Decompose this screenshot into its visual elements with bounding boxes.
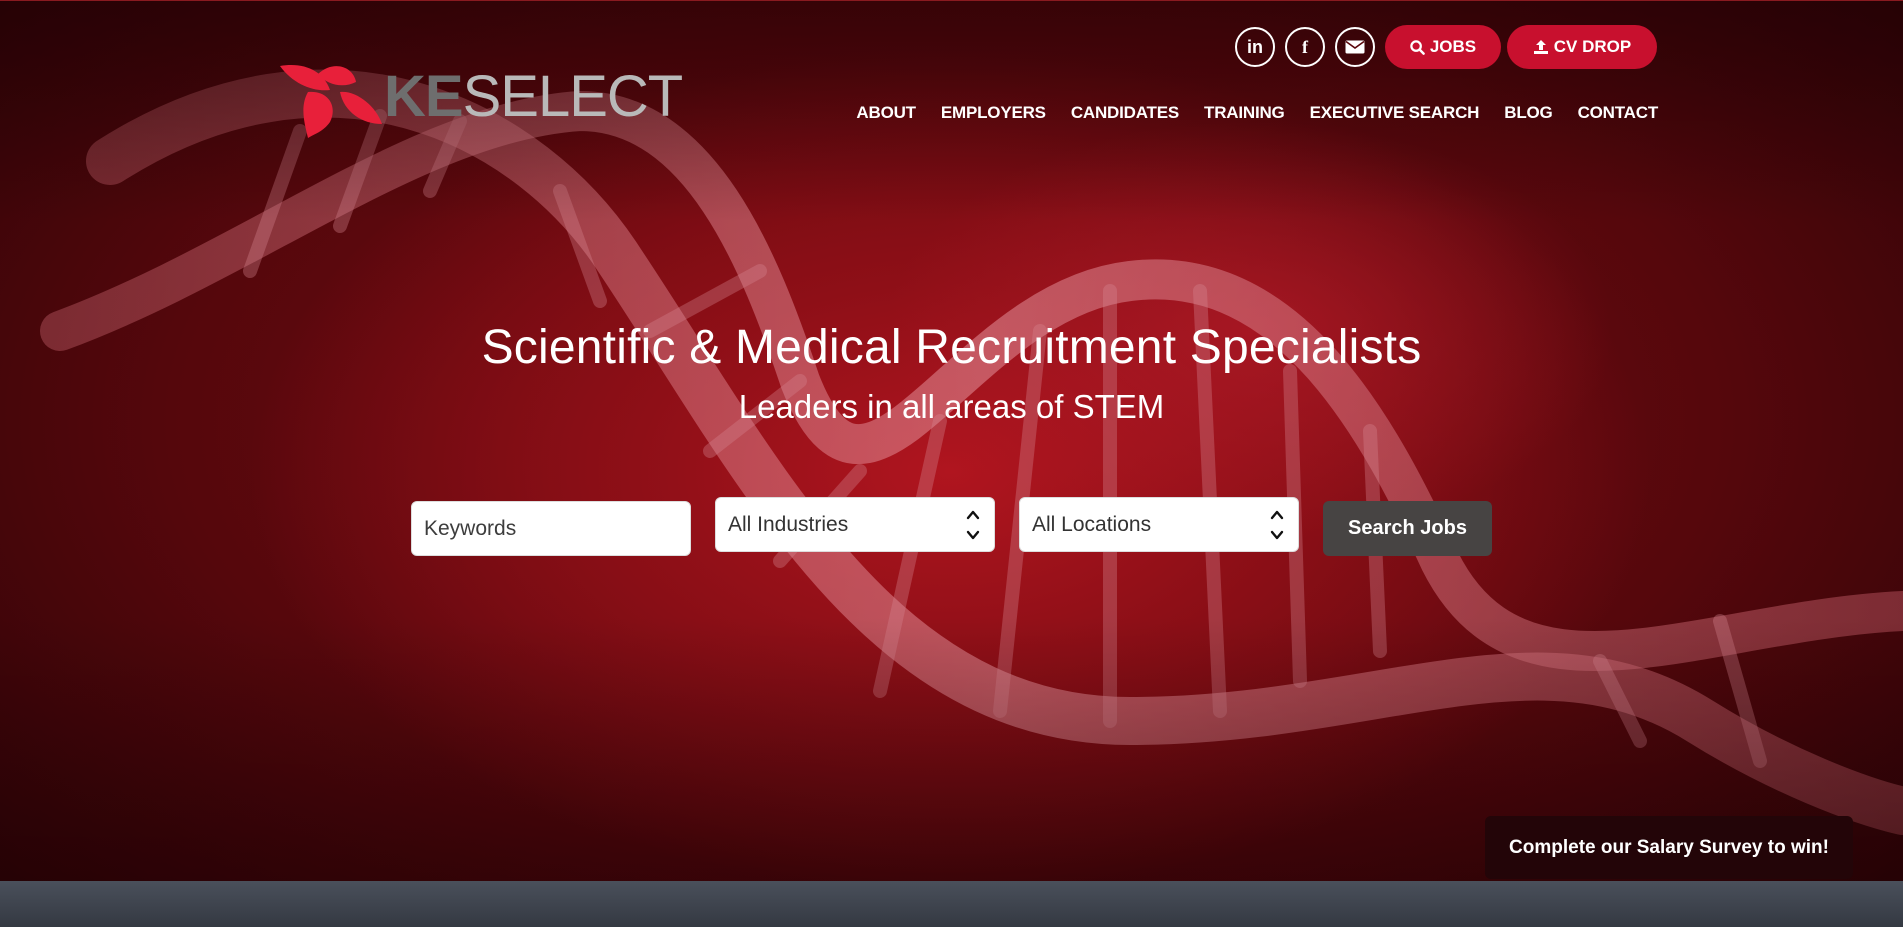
search-jobs-button[interactable]: Search Jobs (1323, 501, 1492, 556)
flower-petals-icon (280, 65, 382, 138)
cv-drop-button[interactable]: CV DROP (1507, 25, 1657, 69)
keywords-input[interactable] (424, 516, 664, 541)
nav-item-contact[interactable]: CONTACT (1578, 103, 1659, 123)
jobs-button-label: JOBS (1429, 37, 1477, 56)
facebook-icon[interactable]: f (1285, 27, 1325, 67)
nav-item-about[interactable]: ABOUT (856, 103, 916, 123)
nav-item-blog[interactable]: BLOG (1504, 103, 1553, 123)
hero-headline: Scientific & Medical Recruitment Special… (481, 321, 1422, 374)
select-arrows-icon (1270, 510, 1284, 540)
envelope-icon (1345, 40, 1365, 54)
hero-subheadline: Leaders in all areas of STEM (738, 388, 1165, 425)
linkedin-icon[interactable]: in (1235, 27, 1275, 67)
nav-item-executive-search[interactable]: EXECUTIVE SEARCH (1310, 103, 1480, 123)
nav-item-employers[interactable]: EMPLOYERS (941, 103, 1046, 123)
nav-item-candidates[interactable]: CANDIDATES (1071, 103, 1179, 123)
search-icon (1410, 39, 1425, 55)
industries-select[interactable]: All Industries (715, 497, 995, 552)
next-section-strip (0, 881, 1903, 927)
jobs-button[interactable]: JOBS (1385, 25, 1501, 69)
email-icon[interactable] (1335, 27, 1375, 67)
keselect-logo[interactable]: KESELECT (278, 62, 683, 142)
locations-select[interactable]: All Locations (1019, 497, 1299, 552)
industries-select-value: All Industries (728, 512, 849, 536)
logo-wordmark: KESELECT (384, 64, 683, 129)
select-arrows-icon (966, 510, 980, 540)
upload-icon (1533, 40, 1548, 54)
main-navigation: ABOUT EMPLOYERS CANDIDATES TRAINING EXEC… (856, 103, 1658, 123)
keywords-field[interactable] (411, 501, 691, 556)
locations-select-value: All Locations (1032, 512, 1152, 536)
salary-survey-banner[interactable]: Complete our Salary Survey to win! (1485, 816, 1853, 879)
cv-drop-button-label: CV DROP (1553, 37, 1632, 56)
nav-item-training[interactable]: TRAINING (1204, 103, 1285, 123)
